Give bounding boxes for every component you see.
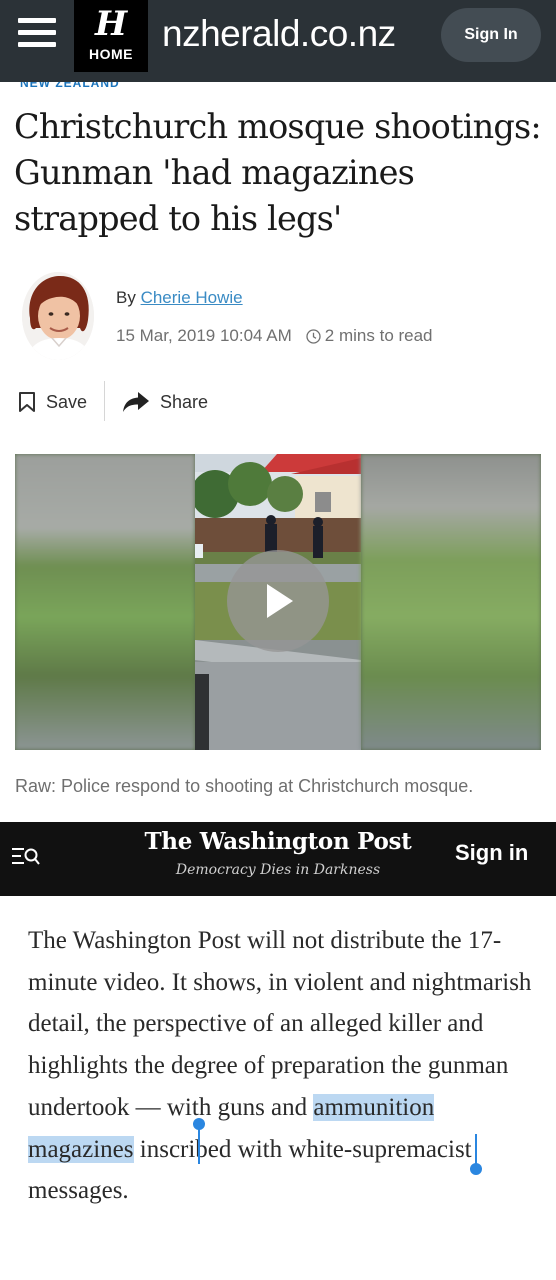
article-headline: Christchurch mosque shootings: Gunman 'h… — [14, 107, 542, 238]
save-label: Save — [46, 391, 88, 412]
nzherald-header: H HOME nzherald.co.nz Sign In — [0, 0, 556, 82]
logo-home-label: HOME — [89, 46, 133, 62]
menu-icon[interactable] — [18, 18, 56, 48]
read-time: 2 mins to read — [324, 326, 433, 345]
section-label[interactable]: NEW ZEALAND — [20, 82, 120, 90]
article-body: The Washington Post will not distribute … — [28, 920, 538, 1212]
byline: By Cherie Howie — [116, 288, 243, 308]
video-blur-right — [361, 454, 541, 750]
play-button[interactable] — [227, 550, 329, 652]
selection-end-handle[interactable] — [470, 1163, 482, 1175]
publish-date: 15 Mar, 2019 10:04 AM — [116, 326, 292, 345]
washpost-header: The Washington Post Democracy Dies in Da… — [0, 822, 556, 896]
video-player[interactable] — [15, 454, 541, 750]
video-blur-left — [15, 454, 195, 750]
nzherald-home-logo[interactable]: H HOME — [74, 0, 148, 72]
sign-in-button[interactable]: Sign In — [441, 8, 541, 62]
logo-letter: H — [94, 4, 128, 44]
video-caption: Raw: Police respond to shooting at Chris… — [15, 776, 474, 796]
bookmark-icon — [19, 392, 35, 412]
share-label: Share — [160, 391, 209, 412]
washpost-sign-in[interactable]: Sign in — [455, 840, 528, 866]
share-button[interactable]: Share — [122, 384, 232, 420]
article-meta: 15 Mar, 2019 10:04 AM 2 mins to read — [116, 326, 433, 346]
author-link[interactable]: Cherie Howie — [141, 288, 243, 307]
clock-icon — [306, 328, 321, 344]
play-icon — [267, 584, 293, 618]
selection-start-handle[interactable] — [193, 1118, 205, 1130]
selection-start-bar — [198, 1124, 200, 1164]
byline-prefix: By — [116, 288, 136, 307]
save-button[interactable]: Save — [18, 384, 104, 420]
actions-divider — [104, 381, 105, 421]
site-name: nzherald.co.nz — [162, 13, 396, 54]
author-avatar[interactable] — [22, 272, 94, 360]
body-text-before: The Washington Post will not distribute … — [28, 927, 532, 1121]
share-icon — [123, 392, 149, 412]
